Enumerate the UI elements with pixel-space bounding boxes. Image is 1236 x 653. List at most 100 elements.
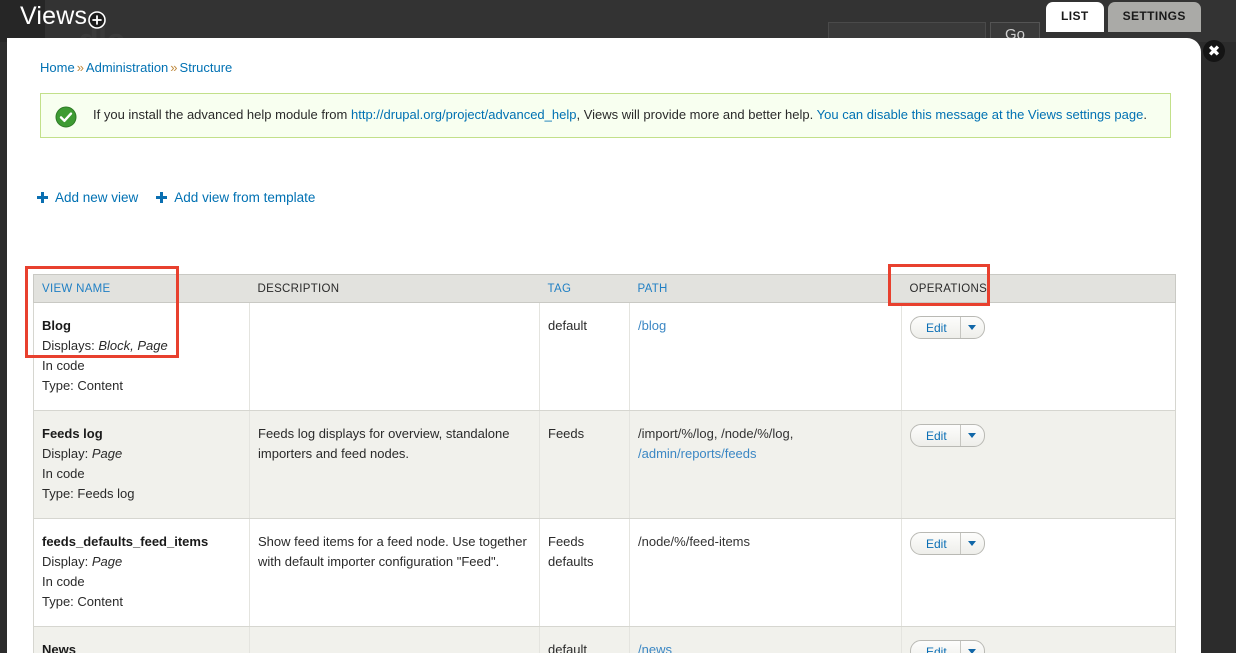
chevron-down-icon [968, 649, 977, 653]
edit-button[interactable]: Edit [911, 533, 960, 554]
table-row: NewsDisplays: Block, PageIn codeType: Co… [33, 626, 1176, 653]
displays-label: Displays: [42, 338, 95, 353]
admin-toolbar: dlc Views Go LIST SETTINGS [0, 0, 1236, 60]
edit-dropbutton: Edit [910, 424, 985, 447]
cell-path: /node/%/feed-items [629, 518, 902, 627]
path-link[interactable]: /news [638, 640, 893, 653]
status-text-2: , Views will provide more and better hel… [576, 107, 817, 122]
table-row: Blog Displays: Block, Page In code Type: Co… [33, 302, 1176, 411]
view-type: Type: Content [42, 378, 123, 393]
view-type: Type: Content [42, 594, 123, 609]
cell-description [249, 302, 540, 411]
displays-label: Display: [42, 446, 89, 461]
view-name: feeds_defaults_feed_items [42, 534, 209, 549]
cell-operations: Edit [901, 302, 1176, 411]
edit-dropbutton: Edit [910, 532, 985, 555]
status-message: If you install the advanced help module … [40, 93, 1171, 138]
views-table: VIEW NAME DESCRIPTION TAG PATH OPERATION… [33, 274, 1176, 653]
view-type: Type: Feeds log [42, 486, 135, 501]
cell-operations: Edit [901, 410, 1176, 519]
overlay-panel: Home» Administration» Structure If you ins… [7, 38, 1201, 653]
cell-view-name: feeds_defaults_feed_items Display: Page In… [33, 518, 250, 627]
add-new-view-link[interactable]: Add new view [37, 190, 138, 205]
displays-value: Page [91, 446, 123, 461]
cell-tag: default [539, 626, 630, 653]
add-circle-icon [88, 11, 106, 29]
view-storage: In code [42, 358, 85, 373]
dropbutton-toggle[interactable] [961, 641, 984, 653]
edit-dropbutton: Edit [910, 316, 985, 339]
path-text: /node/%/feed-items [638, 534, 751, 549]
breadcrumb-separator: » [76, 60, 84, 75]
view-storage: In code [42, 574, 85, 589]
add-view-from-template-link[interactable]: Add view from template [156, 190, 315, 205]
chevron-down-icon [968, 325, 977, 330]
cell-operations: Edit [901, 626, 1176, 653]
view-name: Feeds log [42, 426, 103, 441]
views-table-body: Blog Displays: Block, Page In code Type: Co… [33, 302, 1176, 653]
cell-tag: default [539, 302, 630, 411]
close-icon[interactable]: ✖ [1203, 40, 1225, 62]
path-text: /import/%/log, /node/%/log, [638, 426, 794, 441]
add-view-from-template-label: Add view from template [174, 190, 316, 205]
table-row: feeds_defaults_feed_items Display: Page In… [33, 518, 1176, 627]
cell-tag: Feeds [539, 410, 630, 519]
cell-description: Feeds log displays for overview, standal… [249, 410, 540, 519]
cell-path: /import/%/log, /node/%/log, /admin/report… [629, 410, 902, 519]
dropbutton-toggle[interactable] [961, 425, 984, 446]
cell-tag: Feeds defaults [539, 518, 630, 627]
views-settings-link[interactable]: You can disable this message at the View… [817, 107, 1144, 122]
dropbutton-toggle[interactable] [961, 533, 984, 554]
column-header-path[interactable]: PATH [629, 274, 902, 303]
edit-dropbutton: Edit [910, 640, 985, 653]
advanced-help-link[interactable]: http://drupal.org/project/advanced_help [351, 107, 577, 122]
add-new-view-label: Add new view [55, 190, 139, 205]
edit-button[interactable]: Edit [911, 317, 960, 338]
tab-settings[interactable]: SETTINGS [1107, 2, 1201, 32]
column-header-tag[interactable]: TAG [539, 274, 630, 303]
column-header-description: DESCRIPTION [249, 274, 540, 303]
view-name: Blog [42, 318, 71, 333]
cell-view-name: Feeds log Display: Page In code Type: Feeds… [33, 410, 250, 519]
path-link[interactable]: /admin/reports/feeds [638, 444, 893, 464]
displays-label: Display: [42, 554, 89, 569]
status-text-1: If you install the advanced help module … [93, 107, 351, 122]
cell-path: /blog [629, 302, 902, 411]
cell-path: /news [629, 626, 902, 653]
page-title: Views [20, 2, 88, 30]
displays-value: Block, Page [98, 338, 168, 353]
column-header-view-name[interactable]: VIEW NAME [33, 274, 250, 303]
path-link[interactable]: /blog [638, 316, 893, 336]
status-text-3: . [1143, 107, 1147, 122]
view-storage: In code [42, 466, 85, 481]
displays-value: Page [91, 554, 123, 569]
chevron-down-icon [968, 433, 977, 438]
breadcrumb-item-structure[interactable]: Structure [180, 60, 233, 75]
table-header-row: VIEW NAME DESCRIPTION TAG PATH OPERATION… [33, 274, 1176, 303]
view-displays: Display: Page [42, 552, 241, 572]
breadcrumb-item-administration[interactable]: Administration [86, 60, 168, 75]
view-displays: Displays: Block, Page [42, 336, 241, 356]
plus-icon [37, 192, 48, 203]
cell-description [249, 626, 540, 653]
cell-view-name: NewsDisplays: Block, PageIn codeType: Co… [33, 626, 250, 653]
view-name: News [42, 642, 76, 653]
column-header-operations: OPERATIONS [901, 274, 1176, 303]
breadcrumb-item-home[interactable]: Home [40, 60, 75, 75]
dropbutton-toggle[interactable] [961, 317, 984, 338]
chevron-down-icon [968, 541, 977, 546]
edit-button[interactable]: Edit [911, 641, 960, 653]
edit-button[interactable]: Edit [911, 425, 960, 446]
breadcrumb-separator: » [170, 60, 178, 75]
tab-list[interactable]: LIST [1046, 2, 1104, 32]
view-displays: Display: Page [42, 444, 241, 464]
overlay-tabs: LIST SETTINGS [1046, 2, 1201, 32]
table-row: Feeds log Display: Page In code Type: Feeds… [33, 410, 1176, 519]
check-circle-icon [55, 106, 77, 128]
cell-operations: Edit [901, 518, 1176, 627]
plus-icon [156, 192, 168, 203]
cell-view-name: Blog Displays: Block, Page In code Type: Co… [33, 302, 250, 411]
breadcrumb: Home» Administration» Structure [40, 60, 232, 75]
action-links: Add new view Add view from template [37, 190, 315, 205]
cell-description: Show feed items for a feed node. Use tog… [249, 518, 540, 627]
